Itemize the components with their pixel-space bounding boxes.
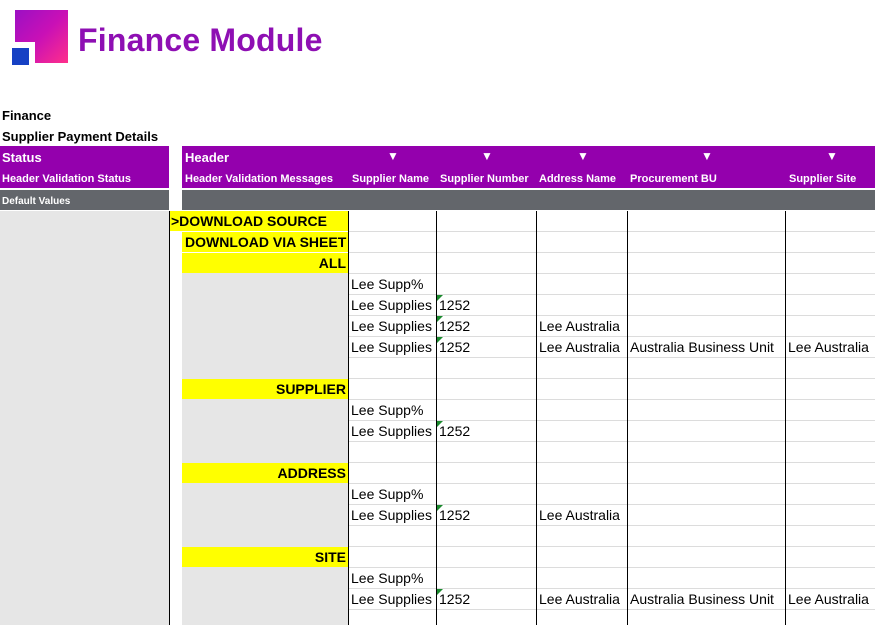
column-supplier-site[interactable]: Supplier Site <box>789 173 856 185</box>
address-row2-supplier-name[interactable]: Lee Supplies <box>351 505 432 525</box>
download-source-label: >DOWNLOAD SOURCE <box>171 213 327 229</box>
all-row3-supplier-number[interactable]: 1252 <box>439 316 470 336</box>
grid-line <box>349 231 875 232</box>
all-row4-address-name[interactable]: Lee Australia <box>539 337 620 357</box>
grid-line <box>349 483 875 484</box>
status-column-area <box>0 211 169 625</box>
site-row2-address-name[interactable]: Lee Australia <box>539 589 620 609</box>
default-values-band-right <box>182 190 875 210</box>
filter-icon-address-name[interactable]: ▼ <box>577 149 589 163</box>
all-row1-supplier-name[interactable]: Lee Supp% <box>351 274 423 294</box>
site-row2-supplier-site[interactable]: Lee Australia <box>788 589 869 609</box>
supplier-row2-supplier-number[interactable]: 1252 <box>439 421 470 441</box>
grid-line <box>349 567 875 568</box>
address-row1-supplier-name[interactable]: Lee Supp% <box>351 484 423 504</box>
supplier-row1-supplier-name[interactable]: Lee Supp% <box>351 400 423 420</box>
address-row2-supplier-number[interactable]: 1252 <box>439 505 470 525</box>
address-section-label: ADDRESS <box>277 465 346 481</box>
header-label: Header <box>185 150 230 165</box>
grid-line <box>349 399 875 400</box>
status-label: Status <box>2 150 42 165</box>
all-section-label: ALL <box>318 255 346 271</box>
all-row4-supplier-number[interactable]: 1252 <box>439 337 470 357</box>
site-section-label: SITE <box>314 549 346 565</box>
messages-column-area <box>182 272 348 625</box>
grid-line <box>349 252 875 253</box>
grid-line <box>349 441 875 442</box>
grid-line <box>349 525 875 526</box>
brand-title: Finance Module <box>78 22 323 58</box>
column-address-name[interactable]: Address Name <box>539 173 616 185</box>
supplier-row2-supplier-name[interactable]: Lee Supplies <box>351 421 432 441</box>
filter-icon-supplier-site[interactable]: ▼ <box>826 149 838 163</box>
grid-line <box>349 462 875 463</box>
site-row2-supplier-name[interactable]: Lee Supplies <box>351 589 432 609</box>
filter-icon-supplier-name[interactable]: ▼ <box>387 149 399 163</box>
grid-line <box>349 378 875 379</box>
all-row3-address-name[interactable]: Lee Australia <box>539 316 620 336</box>
header-validation-messages: Header Validation Messages <box>185 173 333 185</box>
column-procurement-bu[interactable]: Procurement BU <box>630 173 717 185</box>
all-row3-supplier-name[interactable]: Lee Supplies <box>351 316 432 336</box>
address-row2-address-name[interactable]: Lee Australia <box>539 505 620 525</box>
site-row1-supplier-name[interactable]: Lee Supp% <box>351 568 423 588</box>
column-supplier-name[interactable]: Supplier Name <box>352 173 429 185</box>
header-validation-status: Header Validation Status <box>2 173 131 185</box>
supplier-section-label: SUPPLIER <box>275 381 346 397</box>
module-title: Finance <box>2 108 52 123</box>
column-supplier-number[interactable]: Supplier Number <box>440 173 529 185</box>
filter-icon-supplier-number[interactable]: ▼ <box>481 149 493 163</box>
filter-icon-procurement-bu[interactable]: ▼ <box>701 149 713 163</box>
page-title: Supplier Payment Details <box>2 129 159 144</box>
all-row4-supplier-site[interactable]: Lee Australia <box>788 337 869 357</box>
all-row2-supplier-name[interactable]: Lee Supplies <box>351 295 432 315</box>
download-via-sheet-label: DOWNLOAD VIA SHEET <box>185 234 347 250</box>
finance-logo <box>10 10 68 67</box>
default-values-label: Default Values <box>2 196 71 207</box>
all-row2-supplier-number[interactable]: 1252 <box>439 295 470 315</box>
grid-line <box>349 357 875 358</box>
grid-line <box>349 546 875 547</box>
site-row2-procurement-bu[interactable]: Australia Business Unit <box>630 589 774 609</box>
grid-line <box>349 273 875 274</box>
all-row4-procurement-bu[interactable]: Australia Business Unit <box>630 337 774 357</box>
grid-line <box>349 609 875 610</box>
all-row4-supplier-name[interactable]: Lee Supplies <box>351 337 432 357</box>
site-row2-supplier-number[interactable]: 1252 <box>439 589 470 609</box>
